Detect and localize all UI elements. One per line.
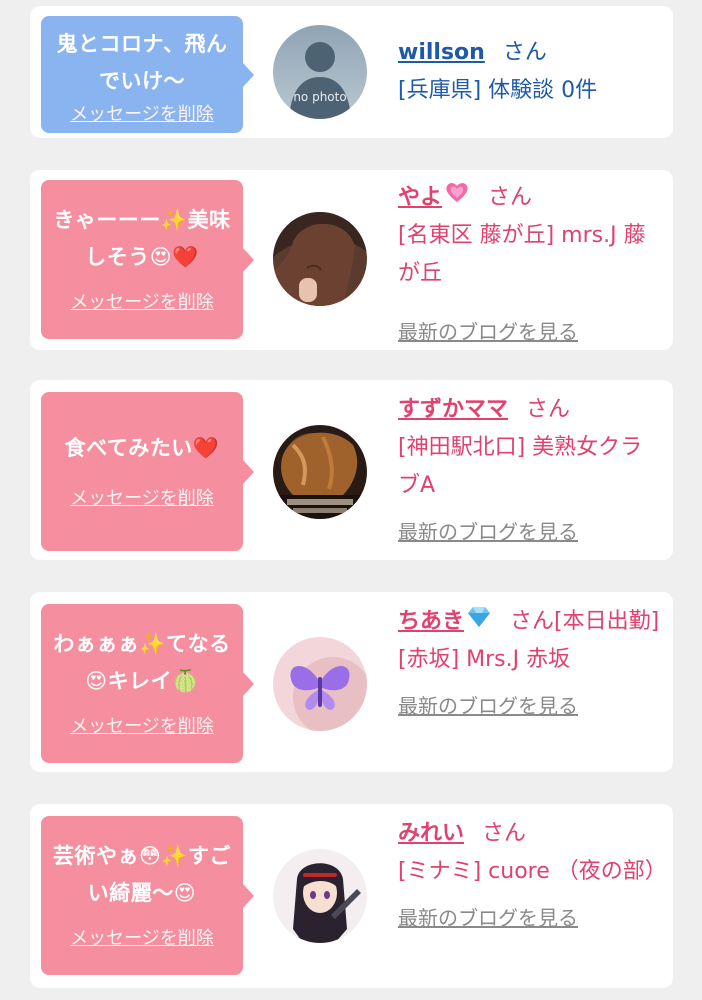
message-bubble: 鬼とコロナ、飛んでいけ〜 メッセージを削除 bbox=[41, 16, 254, 133]
delete-message-link[interactable]: メッセージを削除 bbox=[41, 100, 243, 126]
name-line: やよ さん bbox=[398, 179, 660, 217]
user-name-link[interactable]: ちあき bbox=[398, 609, 464, 634]
message-list: 鬼とコロナ、飛んでいけ〜 メッセージを削除 no photo willson さん bbox=[0, 0, 702, 1000]
woman-photo-icon bbox=[273, 212, 367, 306]
name-line: willson さん bbox=[398, 34, 660, 72]
message-text: 食べてみたい❤️ bbox=[64, 436, 220, 460]
message-bubble: 芸術やぁ😳✨すごい綺麗〜😍 メッセージを削除 bbox=[41, 816, 254, 975]
butterfly-photo-icon bbox=[273, 637, 367, 731]
user-name-link[interactable]: やよ bbox=[398, 185, 442, 210]
latest-blog-link[interactable]: 最新のブログを見る bbox=[398, 317, 660, 347]
honorific: さん bbox=[526, 397, 571, 422]
message-bubble: きゃーーー✨美味しそう😍❤️ メッセージを削除 bbox=[41, 180, 254, 339]
name-line: みれい さん bbox=[398, 815, 660, 853]
shop-info: [赤坂] Mrs.J 赤坂 bbox=[398, 647, 571, 672]
honorific: さん bbox=[482, 821, 527, 846]
name-line: ちあき さん[本日出勤] bbox=[398, 603, 660, 641]
user-name-link[interactable]: すずかママ bbox=[398, 397, 508, 422]
delete-message-link[interactable]: メッセージを削除 bbox=[41, 924, 243, 950]
list-item: きゃーーー✨美味しそう😍❤️ メッセージを削除 やよ さん [名東区 藤が丘] m… bbox=[30, 170, 673, 350]
user-name-link[interactable]: willson bbox=[398, 40, 485, 65]
list-item: 鬼とコロナ、飛んでいけ〜 メッセージを削除 no photo willson さん bbox=[30, 6, 673, 138]
avatar[interactable]: no photo bbox=[273, 25, 367, 119]
avatar[interactable] bbox=[273, 637, 367, 731]
gem-icon bbox=[466, 603, 492, 641]
honorific: さん bbox=[488, 185, 533, 210]
avatar[interactable] bbox=[273, 849, 367, 943]
message-bubble: わぁぁぁ✨てなる😍キレイ🍈 メッセージを削除 bbox=[41, 604, 254, 763]
shop-info: [兵庫県] 体験談 0件 bbox=[398, 78, 598, 103]
user-info: willson さん [兵庫県] 体験談 0件 bbox=[398, 34, 660, 110]
avatar[interactable] bbox=[273, 212, 367, 306]
user-info: やよ さん [名東区 藤が丘] mrs.J 藤が丘 最新のブログを見る bbox=[398, 179, 660, 347]
user-info: みれい さん [ミナミ] cuore （夜の部） 最新のブログを見る bbox=[398, 815, 667, 933]
user-info: すずかママ さん [神田駅北口] 美熟女クラブA 最新のブログを見る bbox=[398, 391, 660, 547]
delete-message-link[interactable]: メッセージを削除 bbox=[41, 712, 243, 738]
user-name-link[interactable]: みれい bbox=[398, 821, 464, 846]
anime-character-photo-icon bbox=[273, 849, 367, 943]
delete-message-link[interactable]: メッセージを削除 bbox=[41, 484, 243, 510]
no-photo-silhouette-icon: no photo bbox=[273, 25, 367, 119]
avatar[interactable] bbox=[273, 425, 367, 519]
shop-info: [神田駅北口] 美熟女クラブA bbox=[398, 435, 643, 498]
list-item: 食べてみたい❤️ メッセージを削除 すずかママ さん [神田駅北口] 美熟女クラブ… bbox=[30, 380, 673, 560]
latest-blog-link[interactable]: 最新のブログを見る bbox=[398, 517, 660, 547]
delete-message-link[interactable]: メッセージを削除 bbox=[41, 288, 243, 314]
latest-blog-link[interactable]: 最新のブログを見る bbox=[398, 691, 660, 721]
message-text: わぁぁぁ✨てなる😍キレイ🍈 bbox=[53, 632, 231, 693]
list-item: 芸術やぁ😳✨すごい綺麗〜😍 メッセージを削除 みれい さん [ミナミ] cuore… bbox=[30, 804, 673, 988]
name-line: すずかママ さん bbox=[398, 391, 660, 429]
latest-blog-link[interactable]: 最新のブログを見る bbox=[398, 903, 660, 933]
woman-photo-icon bbox=[273, 425, 367, 519]
honorific: さん[本日出勤] bbox=[510, 609, 660, 634]
shop-info: [名東区 藤が丘] mrs.J 藤が丘 bbox=[398, 223, 646, 286]
message-bubble: 食べてみたい❤️ メッセージを削除 bbox=[41, 392, 254, 551]
message-text: 芸術やぁ😳✨すごい綺麗〜😍 bbox=[52, 844, 232, 905]
honorific: さん bbox=[502, 40, 547, 65]
avatar-caption: no photo bbox=[293, 90, 346, 104]
message-text: 鬼とコロナ、飛んでいけ〜 bbox=[56, 32, 228, 93]
shop-info: [ミナミ] cuore （夜の部） bbox=[398, 859, 667, 884]
message-text: きゃーーー✨美味しそう😍❤️ bbox=[53, 208, 231, 269]
user-info: ちあき さん[本日出勤] [赤坂] Mrs.J 赤坂 最新のブログを見る bbox=[398, 603, 660, 721]
sparkling-heart-icon bbox=[444, 179, 470, 217]
list-item: わぁぁぁ✨てなる😍キレイ🍈 メッセージを削除 ちあき さん[本日出勤] [赤坂] … bbox=[30, 592, 673, 772]
